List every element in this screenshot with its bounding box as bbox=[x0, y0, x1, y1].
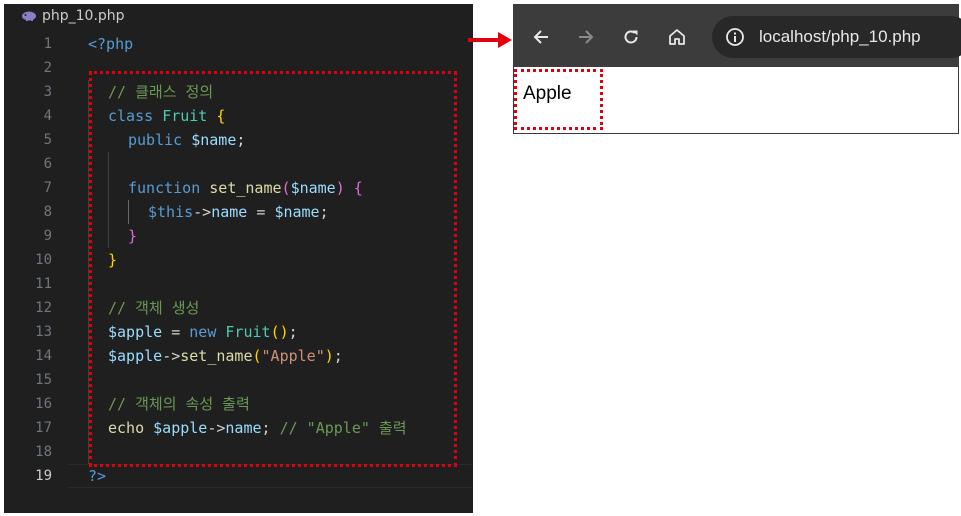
red-arrow-icon bbox=[468, 32, 512, 48]
address-bar[interactable]: localhost/php_10.php bbox=[712, 16, 961, 58]
line-number: 10 bbox=[35, 252, 52, 268]
line-number: 13 bbox=[35, 324, 52, 340]
php-elephant-icon bbox=[21, 11, 37, 21]
forward-button[interactable] bbox=[574, 25, 598, 49]
line-number: 5 bbox=[43, 132, 52, 148]
code-line[interactable]: 1 <?php bbox=[4, 32, 473, 56]
line-number: 3 bbox=[43, 84, 52, 100]
line-number: 1 bbox=[43, 36, 52, 52]
reload-button[interactable] bbox=[619, 25, 643, 49]
forward-arrow-icon bbox=[579, 30, 594, 44]
browser-toolbar: localhost/php_10.php bbox=[514, 5, 961, 67]
home-icon bbox=[669, 29, 685, 45]
line-number: 14 bbox=[35, 348, 52, 364]
line-code: ?> bbox=[88, 464, 106, 488]
back-button[interactable] bbox=[529, 25, 553, 49]
browser-window: localhost/php_10.php Apple bbox=[513, 4, 961, 134]
output-highlight-box bbox=[514, 69, 603, 130]
editor-tab[interactable]: php_10.php bbox=[4, 4, 473, 28]
code-highlight-box bbox=[89, 71, 457, 467]
tab-filename: php_10.php bbox=[42, 8, 125, 24]
page-content: Apple bbox=[514, 67, 958, 133]
line-number: 17 bbox=[35, 420, 52, 436]
reload-icon bbox=[624, 30, 638, 44]
code-line[interactable]: 19 ?> bbox=[4, 464, 473, 488]
line-number: 7 bbox=[43, 180, 52, 196]
code-token: ?> bbox=[88, 467, 107, 485]
line-number: 19 bbox=[35, 468, 52, 484]
line-number: 8 bbox=[43, 204, 52, 220]
line-number: 12 bbox=[35, 300, 52, 316]
line-number: 16 bbox=[35, 396, 52, 412]
back-arrow-icon bbox=[533, 30, 548, 44]
line-number: 11 bbox=[35, 276, 52, 292]
line-number: 2 bbox=[43, 60, 52, 76]
line-number: 9 bbox=[43, 228, 52, 244]
line-code: <?php bbox=[88, 32, 133, 56]
code-token: <?php bbox=[88, 35, 134, 53]
active-line-highlight bbox=[68, 464, 473, 488]
line-number: 4 bbox=[43, 108, 52, 124]
home-button[interactable] bbox=[665, 25, 689, 49]
code-editor: php_10.php 1 <?php 2 3// 클래스 정의 4 class Fruit… bbox=[4, 4, 473, 513]
url-text[interactable]: localhost/php_10.php bbox=[759, 16, 921, 58]
info-icon[interactable] bbox=[724, 26, 746, 48]
line-number: 18 bbox=[35, 444, 52, 460]
line-number: 15 bbox=[35, 372, 52, 388]
line-number: 6 bbox=[43, 156, 52, 172]
